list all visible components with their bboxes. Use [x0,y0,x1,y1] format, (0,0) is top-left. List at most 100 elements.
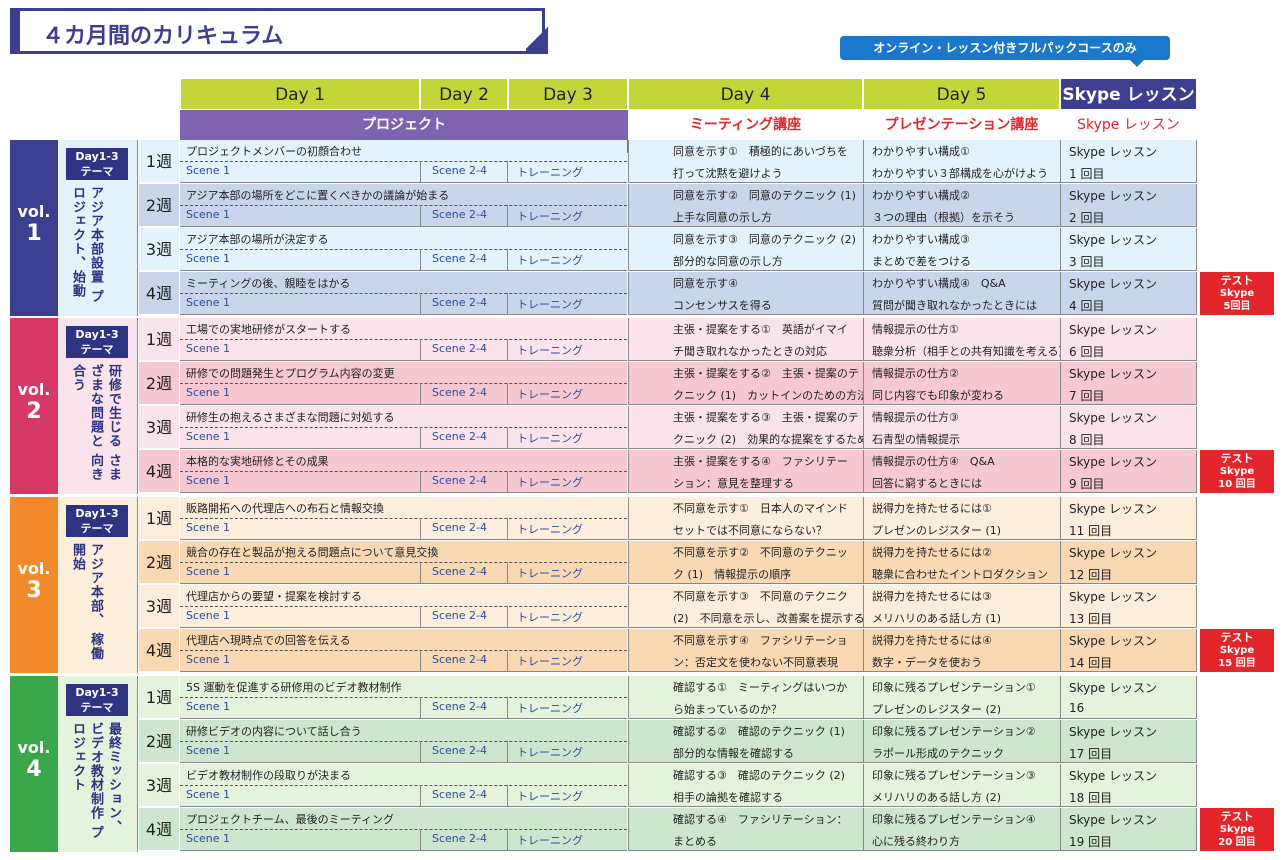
day5-cell: 情報提示の仕方② 同じ内容でも印象が変わる [863,362,1060,405]
training-label: トレーニング [517,790,583,803]
project-title: 研修での問題発生とプログラム内容の変更 [186,367,395,380]
day4-line2: クニック (2) 効果的な提案をするために [673,433,880,446]
test-badge: テスト Skype 20 回目 [1200,808,1274,851]
title-box: ４カ月間のカリキュラム [10,8,545,54]
day4-line1: 主張・提案をする② 主張・提案のテ [673,367,859,380]
volume-prefix: vol. [17,380,51,399]
test-badge: テスト Skype 5回目 [1200,272,1274,315]
day5-cell: 印象に残るプレゼンテーション① プレゼンのレジスター (2) [863,676,1060,719]
theme-badge: Day1-3 テーマ [66,505,128,537]
day4-line2: 部分的な情報を確認する [673,747,794,760]
test-skype: Skype [1219,288,1255,299]
test-label: テスト [1220,810,1254,823]
skype-cell: Skype レッスン 14 回目 [1060,629,1197,672]
column-divider [507,339,508,361]
volume-theme: Day1-3 テーマ 研修で生じる さまざまな問題と 向き合う [58,318,138,494]
test-label: テスト [1220,274,1254,287]
column-divider [507,741,508,763]
day4-line1: 不同意を示す② 不同意のテクニッ [673,546,848,559]
project-cell: プロジェクトメンバーの初顔合わせ Scene 1 Scene 2-4 トレーニング [180,140,627,183]
project-title: 研修ビデオの内容について話し合う [186,725,362,738]
skype-line1: Skype レッスン [1069,681,1158,695]
day5-line2: 数字・データを使おう [872,656,982,669]
skype-cell: Skype レッスン 16 [1060,676,1197,719]
skype-cell: Skype レッスン 2 回目 [1060,184,1197,227]
test-count: 5回目 [1223,301,1251,312]
day4-cell: 不同意を示す② 不同意のテクニック (1) 情報提示の順序 [628,541,863,584]
day4-line1: 同意を示す③ 同意のテクニック (2) [673,233,856,246]
scene1-label: Scene 1 [186,788,231,801]
day4-line2: コンセンサスを得る [673,299,772,312]
training-label: トレーニング [517,834,583,847]
day4-line2: 打って沈黙を避けよう [673,167,783,180]
column-divider [507,650,508,672]
week-label: 4週 [139,808,179,851]
column-divider [420,697,421,719]
column-divider [420,427,421,449]
day4-cell: 不同意を示す③ 不同意のテクニク (2) 不同意を示し、改善案を提示する [628,585,865,628]
test-label: テスト [1220,452,1254,465]
day4-line2: まとめる [673,835,717,848]
project-cell: 競合の存在と製品が抱える問題点について意見交換 Scene 1 Scene 2-4 ト… [180,541,627,584]
week-label: 4週 [139,450,179,493]
day5-cell: 説得力を持たせるには② 聴衆に合わせたイントロダクション [863,541,1060,584]
project-title: 研修生の抱えるさまざまな問題に対処する [186,411,395,424]
project-cell: プロジェクトチーム、最後のミーティング Scene 1 Scene 2-4 トレーニン… [180,808,627,851]
scene1-label: Scene 1 [186,565,231,578]
day4-cell: 確認する④ ファシリテーション： まとめる [628,808,863,851]
project-title: アジア本部の場所が決定する [186,233,329,246]
day5-line1: 情報提示の仕方② [872,367,959,380]
scene24-label: Scene 2-4 [432,386,487,399]
day5-cell: 印象に残るプレゼンテーション② ラポール形成のテクニック [863,720,1060,763]
theme-text: アジア本部、 稼働開始 [70,543,103,661]
day5-cell: 説得力を持たせるには① プレゼンのレジスター (1) [863,497,1060,540]
week-label: 1週 [139,497,179,540]
day5-line2: わかりやすい３部構成を心がけよう [872,167,1048,180]
day4-line1: 主張・提案をする③ 主張・提案のテ [673,411,859,424]
day5-cell: 情報提示の仕方③ 石青型の情報提示 [863,406,1060,449]
day5-line1: 印象に残るプレゼンテーション① [872,681,1036,694]
skype-line1: Skype レッスン [1069,634,1158,648]
volume-label: vol. 2 [10,318,58,494]
test-badge: テスト Skype 10 回目 [1200,450,1274,493]
dashed-separator [180,293,627,294]
column-divider [420,339,421,361]
scene1-label: Scene 1 [186,342,231,355]
scene24-label: Scene 2-4 [432,252,487,265]
skype-cell: Skype レッスン 1 回目 [1060,140,1197,183]
scene24-label: Scene 2-4 [432,296,487,309]
scene1-label: Scene 1 [186,609,231,622]
skype-cell: Skype レッスン 13 回目 [1060,585,1197,628]
skype-line2: 11 回目 [1069,524,1113,538]
week-label: 1週 [139,140,179,183]
project-title: 代理店からの要望・提案を検討する [186,590,362,603]
training-label: トレーニング [517,254,583,267]
day4-cell: 主張・提案をする① 英語がイマイ チ聞き取れなかったときの対応 [628,318,863,361]
day4-cell: 主張・提案をする③ 主張・提案のテクニック (2) 効果的な提案をするために [628,406,879,449]
test-label: テスト [1220,631,1254,644]
dashed-separator [180,383,627,384]
scene24-label: Scene 2-4 [432,832,487,845]
scene24-label: Scene 2-4 [432,788,487,801]
scene24-label: Scene 2-4 [432,474,487,487]
column-divider [507,829,508,851]
day4-cell: 同意を示す① 積極的にあいづちを 打って沈黙を避けよう [628,140,863,183]
subheader-skype: Skype レッスン [1060,110,1197,140]
day5-line2: 聴衆に合わせたイントロダクション [872,568,1048,581]
project-cell: 工場での実地研修がスタートする Scene 1 Scene 2-4 トレーニング [180,318,627,361]
column-divider [507,518,508,540]
training-label: トレーニング [517,523,583,536]
column-divider [420,293,421,315]
volume-theme: Day1-3 テーマ 最終ミッション、 ビデオ教材制作 プロジェクト [58,676,138,852]
test-skype: Skype [1219,645,1255,656]
day4-line2: ション：意見を整理する [673,477,794,490]
skype-line2: 9 回目 [1069,477,1105,491]
volume-label: vol. 1 [10,140,58,316]
day4-line2: 相手の論拠を確認する [673,791,783,804]
week-label: 3週 [139,228,179,271]
day5-line2: 石青型の情報提示 [872,433,960,446]
theme-text: 最終ミッション、 ビデオ教材制作 プロジェクト [70,722,121,840]
day4-line2: 上手な同意の示し方 [673,211,772,224]
day5-cell: わかりやすい構成① わかりやすい３部構成を心がけよう [863,140,1060,183]
test-skype: Skype [1219,466,1255,477]
